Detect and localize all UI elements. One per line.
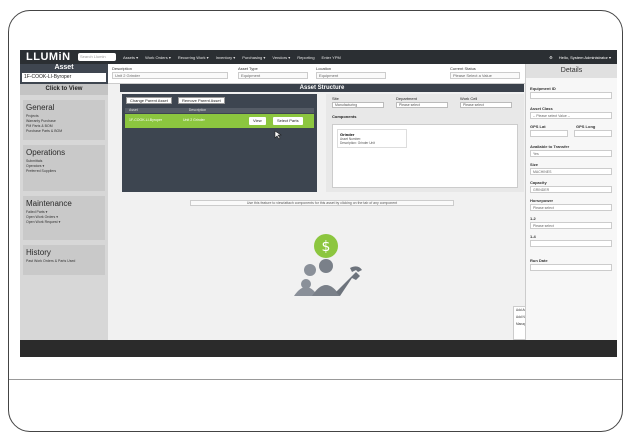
- current-status-field: Current Status Please Select a Value: [450, 66, 520, 79]
- info-note: Use this feature to view/attach componen…: [190, 200, 454, 206]
- video-control-bar: [20, 340, 617, 357]
- top-navigation: LLUMiN Search Llumin Assets ▾ Work Order…: [20, 50, 617, 64]
- component-card[interactable]: Grinder Asset Number: Description: Grind…: [337, 129, 407, 148]
- size-select[interactable]: MACHINES: [530, 168, 612, 175]
- horsepower-select[interactable]: Please select: [530, 204, 612, 211]
- components-label: Components: [332, 114, 357, 119]
- work-cell-select[interactable]: Please select: [460, 102, 512, 108]
- section-operations: Operations Submittals Operators ▾ Prefer…: [23, 145, 105, 191]
- link-open-work-request[interactable]: Open Work Request ▾: [26, 220, 102, 225]
- asset-title: Asset: [54, 64, 74, 71]
- nav-assets[interactable]: Assets ▾: [123, 55, 138, 60]
- section-general: General Projects Warranty Purchase PM Pa…: [23, 100, 105, 140]
- asset-title-block: Asset 1F-COOK-LI-Byroper: [20, 64, 108, 84]
- mouse-cursor-icon: [274, 130, 282, 140]
- settings-icon[interactable]: ⚙: [549, 55, 553, 60]
- view-button[interactable]: View: [249, 117, 266, 125]
- site-select[interactable]: Manufacturing: [332, 102, 384, 108]
- asset-tree: Change Parent Asset Remove Parent Asset …: [122, 94, 317, 192]
- asset-structure-panel: Asset Structure Change Parent Asset Remo…: [120, 84, 535, 352]
- nav-purchasing[interactable]: Purchasing ▾: [242, 55, 265, 60]
- location-field: Location Equipment: [316, 66, 386, 79]
- section-history: History Past Work Orders & Parts Used: [23, 245, 105, 275]
- left-sidebar: Click to View General Projects Warranty …: [20, 84, 108, 352]
- run-date-input[interactable]: [530, 264, 612, 271]
- description-field: Description Unit 2 Grinder: [112, 66, 228, 79]
- nav-recurring-work[interactable]: Recurring Work ▾: [178, 55, 209, 60]
- tree-row-selected[interactable]: 1F-COOK-LI-Byroper Unit 2 Grinder View S…: [125, 114, 314, 128]
- user-menu[interactable]: Hello, System Administrator ▾: [559, 55, 611, 60]
- change-parent-button[interactable]: Change Parent Asset: [126, 97, 172, 104]
- llumin-logo: LLUMiN: [26, 51, 71, 63]
- asset-type-field: Asset Type Equipment: [238, 66, 308, 79]
- svg-text:$: $: [322, 239, 331, 255]
- link-preferred-suppliers[interactable]: Preferred Suppliers: [26, 169, 102, 174]
- remove-parent-button[interactable]: Remove Parent Asset: [178, 97, 225, 104]
- nav-reporting[interactable]: Reporting: [297, 55, 314, 60]
- link-past-work-orders[interactable]: Past Work Orders & Parts Used: [26, 259, 102, 264]
- details-title: Details: [526, 64, 617, 78]
- llumin-app: LLUMiN Search Llumin Assets ▾ Work Order…: [20, 50, 617, 352]
- capacity-select[interactable]: GRINDER: [530, 186, 612, 193]
- asset-class-select[interactable]: -- Please select Value --: [530, 112, 612, 119]
- asset-structure-title: Asset Structure: [120, 84, 524, 92]
- equipment-id-input[interactable]: [530, 92, 612, 99]
- field-1-4-input[interactable]: [530, 240, 612, 247]
- field-1-2-select[interactable]: Please select: [530, 222, 612, 229]
- maintenance-illustration-icon: $: [294, 234, 362, 296]
- section-maintenance: Maintenance Failed Parts ▾ Open Work Ord…: [23, 196, 105, 240]
- select-parts-button[interactable]: Select Parts: [273, 117, 303, 125]
- nav-work-orders[interactable]: Work Orders ▾: [145, 55, 171, 60]
- link-purchase-parts[interactable]: Purchase Parts & BOM: [26, 129, 102, 134]
- search-input[interactable]: Search Llumin: [78, 53, 116, 61]
- nav-inventory[interactable]: Inventory ▾: [216, 55, 236, 60]
- click-to-view: Click to View: [20, 84, 108, 95]
- asset-selector[interactable]: 1F-COOK-LI-Byroper: [22, 73, 106, 82]
- tree-header: Asset Description: [125, 108, 314, 113]
- department-select[interactable]: Please select: [396, 102, 448, 108]
- frame-divider: [9, 379, 622, 380]
- components-panel: Grinder Asset Number: Description: Grind…: [332, 124, 518, 188]
- available-transfer-select[interactable]: Yes: [530, 150, 612, 157]
- structure-details: Site Manufacturing Department Please sel…: [326, 94, 524, 192]
- gps-long-input[interactable]: [574, 130, 612, 137]
- nav-enter-ypm[interactable]: Enter YPM: [322, 55, 341, 60]
- nav-vendors[interactable]: Vendors ▾: [272, 55, 290, 60]
- details-sidebar: Details Equipment ID Asset Class -- Plea…: [525, 64, 617, 352]
- gps-lat-input[interactable]: [530, 130, 568, 137]
